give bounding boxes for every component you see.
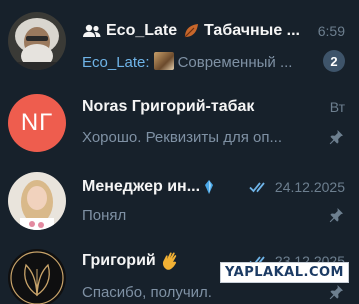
group-icon: [83, 24, 101, 37]
double-check-icon: [249, 182, 265, 193]
chat-title: Noras Григорий-табак: [82, 98, 255, 115]
chat-title-row: Noras Григорий-табак Вт: [82, 96, 345, 118]
message-sender: Eco_Late:: [82, 53, 150, 71]
pin-icon: [329, 130, 343, 145]
avatar-initials: NГ: [8, 94, 66, 152]
chat-list: Eco_Late Табачные ... 6:59 Eco_Late: Совр…: [0, 0, 359, 304]
chat-preview-row: Eco_Late: Современный ... 2: [82, 50, 345, 72]
message-preview: Современный ...: [177, 53, 293, 71]
chat-title-row: Менеджер ин... 24.12.2025: [82, 176, 345, 198]
message-preview: Хорошо. Реквизиты для оп...: [82, 128, 283, 146]
chat-title: Менеджер ин...: [82, 178, 201, 195]
chat-title-row: Eco_Late Табачные ... 6:59: [82, 20, 345, 42]
chat-title-suffix: Табачные ...: [204, 22, 300, 40]
waving-hand-icon: [163, 252, 177, 270]
avatar: [8, 249, 66, 304]
chat-time: 24.12.2025: [274, 179, 345, 195]
chat-item-eco-late[interactable]: Eco_Late Табачные ... 6:59 Eco_Late: Совр…: [0, 0, 359, 76]
pin-icon: [329, 208, 343, 223]
chat-title: Eco_Late: [106, 22, 178, 40]
unread-badge: 2: [323, 50, 345, 72]
watermark-logo: YAPLAKAL.COM: [220, 262, 349, 283]
pin-icon: [329, 285, 343, 300]
avatar: [8, 172, 66, 230]
crystal-icon: [205, 179, 214, 194]
avatar: [8, 12, 66, 70]
image-thumbnail-icon: [153, 51, 174, 70]
message-preview: Спасибо, получил.: [82, 283, 212, 301]
message-preview: Понял: [82, 206, 127, 224]
chat-preview-row: Спасибо, получил.: [82, 281, 345, 303]
chat-preview-row: Понял: [82, 204, 345, 226]
chat-item-manager[interactable]: Менеджер ин... 24.12.2025 Понял: [0, 160, 359, 236]
chat-title: Григорий: [82, 252, 156, 270]
leaf-icon: [184, 23, 198, 38]
chat-time: 6:59: [317, 23, 345, 39]
chat-item-noras[interactable]: NГ Noras Григорий-табак Вт Хорошо. Рекви…: [0, 82, 359, 158]
chat-preview-row: Хорошо. Реквизиты для оп...: [82, 126, 345, 148]
chat-time: Вт: [329, 99, 345, 115]
